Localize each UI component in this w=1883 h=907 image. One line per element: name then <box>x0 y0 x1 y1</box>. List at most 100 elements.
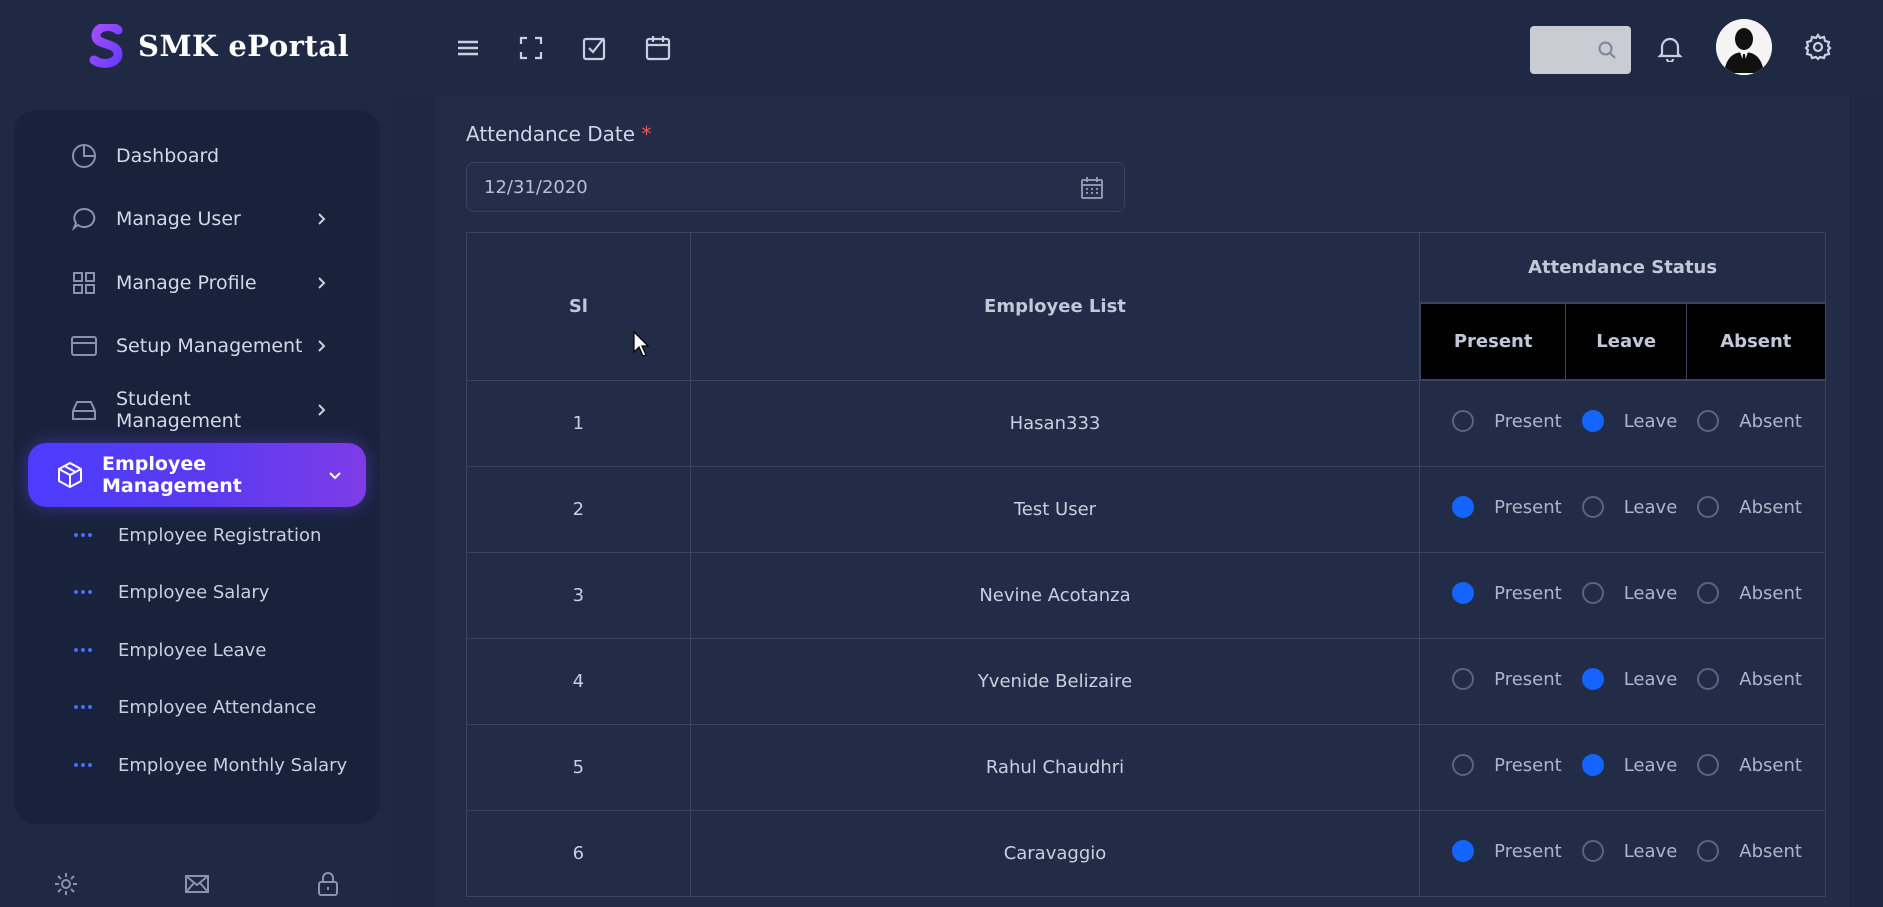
sidebar-item-employee-management[interactable]: Employee Management <box>28 443 366 507</box>
column-header-employee: Employee List <box>689 232 1421 381</box>
radio-button[interactable] <box>1452 668 1475 690</box>
sidebar-footer <box>0 862 392 907</box>
dots-icon <box>74 705 96 709</box>
checkbox-icon[interactable] <box>580 34 608 62</box>
radio-leave[interactable]: Leave <box>1581 668 1677 690</box>
radio-button[interactable] <box>1581 840 1604 862</box>
cell-attendance-status: Present Leave Absent <box>1419 466 1826 553</box>
settings-icon[interactable] <box>52 870 80 898</box>
radio-leave[interactable]: Leave <box>1581 410 1677 432</box>
sidebar-item-student-management[interactable]: Student Management <box>28 382 366 438</box>
submenu-item-label: Employee Attendance <box>118 696 317 718</box>
calendar-icon[interactable] <box>644 34 672 62</box>
avatar[interactable] <box>1716 19 1772 75</box>
radio-leave[interactable]: Leave <box>1581 754 1678 776</box>
radio-absent[interactable]: Absent <box>1697 754 1802 776</box>
radio-button[interactable] <box>1697 840 1720 862</box>
chat-bubble-icon <box>70 205 98 233</box>
radio-button[interactable] <box>1452 410 1475 432</box>
lock-icon[interactable] <box>314 870 342 898</box>
mail-icon[interactable] <box>183 870 211 898</box>
table-row: 4 Yvenide Belizaire Present Leave Absent <box>466 638 1826 725</box>
radio-leave[interactable]: Leave <box>1581 496 1678 518</box>
search-input[interactable] <box>1530 26 1631 74</box>
radio-button[interactable] <box>1452 840 1475 862</box>
radio-button[interactable] <box>1581 496 1604 518</box>
radio-button[interactable] <box>1452 496 1475 518</box>
radio-label: Present <box>1494 840 1562 862</box>
radio-button[interactable] <box>1581 410 1604 432</box>
radio-label: Leave <box>1623 754 1678 776</box>
radio-button[interactable] <box>1697 754 1720 776</box>
cell-employee-name: Test User <box>689 466 1421 553</box>
radio-absent[interactable]: Absent <box>1697 410 1802 432</box>
submenu-item-employee-monthly-salary[interactable]: Employee Monthly Salary <box>74 745 347 785</box>
submenu-item-employee-attendance[interactable]: Employee Attendance <box>74 687 316 727</box>
settings-icon[interactable] <box>1804 33 1832 61</box>
radio-present[interactable]: Present <box>1452 410 1562 432</box>
radio-leave[interactable]: Leave <box>1581 840 1677 862</box>
bell-icon[interactable] <box>1656 34 1684 62</box>
status-header-absent: Absent <box>1686 303 1826 380</box>
cell-sl: 3 <box>466 552 691 639</box>
radio-button[interactable] <box>1452 754 1475 776</box>
radio-label: Leave <box>1623 496 1678 518</box>
radio-button[interactable] <box>1581 754 1604 776</box>
mouse-cursor-icon <box>633 330 650 357</box>
menu-icon[interactable] <box>454 34 482 62</box>
radio-absent[interactable]: Absent <box>1697 840 1802 862</box>
sidebar-item-manage-user[interactable]: Manage User <box>28 191 366 247</box>
sidebar-item-manage-profile[interactable]: Manage Profile <box>28 255 366 311</box>
submenu-item-employee-registration[interactable]: Employee Registration <box>74 515 321 555</box>
radio-present[interactable]: Present <box>1452 754 1562 776</box>
radio-button[interactable] <box>1452 582 1475 604</box>
radio-present[interactable]: Present <box>1452 496 1562 518</box>
sidebar-item-dashboard[interactable]: Dashboard <box>28 128 366 184</box>
chevron-right-icon <box>318 404 326 416</box>
attendance-date-field[interactable]: 12/31/2020 <box>466 162 1125 212</box>
radio-present[interactable]: Present <box>1452 668 1562 690</box>
radio-label: Absent <box>1739 582 1802 604</box>
date-label-text: Attendance Date <box>466 122 636 146</box>
radio-leave[interactable]: Leave <box>1581 582 1677 604</box>
radio-button[interactable] <box>1697 496 1720 518</box>
radio-present[interactable]: Present <box>1452 840 1562 862</box>
brand-name: SMK ePortal <box>138 29 350 63</box>
radio-button[interactable] <box>1581 668 1604 690</box>
submenu-item-label: Employee Salary <box>118 581 270 603</box>
column-header-sl: Sl <box>466 232 691 381</box>
date-value: 12/31/2020 <box>484 176 588 198</box>
cell-employee-name: Hasan333 <box>689 380 1421 467</box>
chevron-right-icon <box>318 277 326 289</box>
cell-employee-name: Yvenide Belizaire <box>689 638 1421 725</box>
radio-button[interactable] <box>1581 582 1604 604</box>
cell-employee-name: Caravaggio <box>689 810 1421 897</box>
cell-sl: 1 <box>466 380 691 467</box>
calendar-icon[interactable] <box>1080 176 1104 200</box>
search-icon[interactable] <box>1597 40 1617 60</box>
table-row: 2 Test User Present Leave Absent <box>466 466 1826 553</box>
radio-present[interactable]: Present <box>1452 582 1562 604</box>
radio-button[interactable] <box>1697 668 1720 690</box>
radio-label: Absent <box>1739 840 1802 862</box>
radio-label: Present <box>1494 410 1562 432</box>
brand[interactable]: SMK ePortal <box>88 24 349 68</box>
sidebar-item-label: Student Management <box>116 388 242 432</box>
cell-sl: 4 <box>466 638 691 725</box>
radio-absent[interactable]: Absent <box>1697 668 1802 690</box>
radio-absent[interactable]: Absent <box>1697 496 1802 518</box>
table-row: 5 Rahul Chaudhri Present Leave Absent <box>466 724 1826 811</box>
cell-attendance-status: Present Leave Absent <box>1419 810 1826 897</box>
cell-employee-name: Nevine Acotanza <box>689 552 1421 639</box>
radio-label: Present <box>1494 754 1562 776</box>
sidebar-item-setup-management[interactable]: Setup Management <box>28 318 366 374</box>
radio-absent[interactable]: Absent <box>1697 582 1802 604</box>
radio-button[interactable] <box>1697 582 1720 604</box>
attendance-date-label: Attendance Date * <box>466 122 651 146</box>
fullscreen-icon[interactable] <box>517 34 545 62</box>
dots-icon <box>74 763 96 767</box>
radio-button[interactable] <box>1697 410 1720 432</box>
submenu-item-label: Employee Monthly Salary <box>118 754 348 776</box>
submenu-item-employee-leave[interactable]: Employee Leave <box>74 630 266 670</box>
submenu-item-employee-salary[interactable]: Employee Salary <box>74 572 269 612</box>
